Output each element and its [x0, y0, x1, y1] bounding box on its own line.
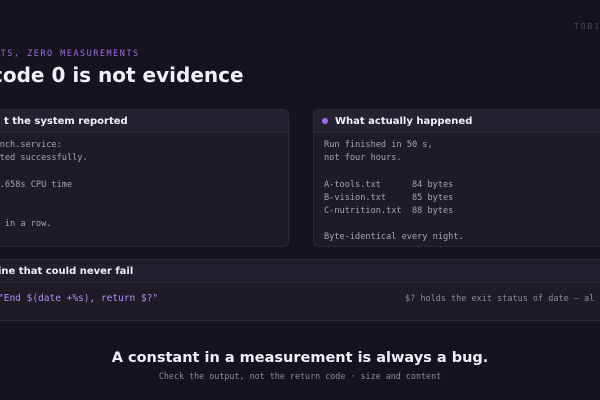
- actual-card-header: What actually happened: [314, 110, 600, 133]
- status-dot-icon: [322, 118, 328, 124]
- reported-card-log: y-bench.service: tivated successfully. e…: [0, 140, 88, 230]
- command-card: ine that could never fail "End $(date +%…: [0, 259, 600, 321]
- footer-subline: Check the output, not the return code · …: [158, 371, 442, 381]
- page-title: code 0 is not evidence: [0, 63, 244, 87]
- section-kicker: HTS, ZERO MEASUREMENTS: [0, 49, 140, 59]
- command-card-title: ine that could never fail: [0, 260, 600, 283]
- brand-label: TOBIA: [573, 22, 600, 31]
- command-row: "End $(date +%s), return $?" $? holds th…: [0, 283, 600, 320]
- actual-card: What actually happened Run finished in 5…: [313, 109, 600, 247]
- footer-headline: A constant in a measurement is always a …: [111, 350, 489, 366]
- reported-card: t the system reported y-bench.service: t…: [0, 109, 289, 247]
- reported-card-title: t the system reported: [0, 110, 288, 133]
- command-snippet: "End $(date +%s), return $?": [0, 293, 159, 304]
- command-note: $? holds the exit status of date — al: [405, 294, 595, 304]
- actual-card-title: What actually happened: [335, 115, 473, 127]
- actual-card-log: Run finished in 50 s, not four hours. A-…: [324, 140, 464, 243]
